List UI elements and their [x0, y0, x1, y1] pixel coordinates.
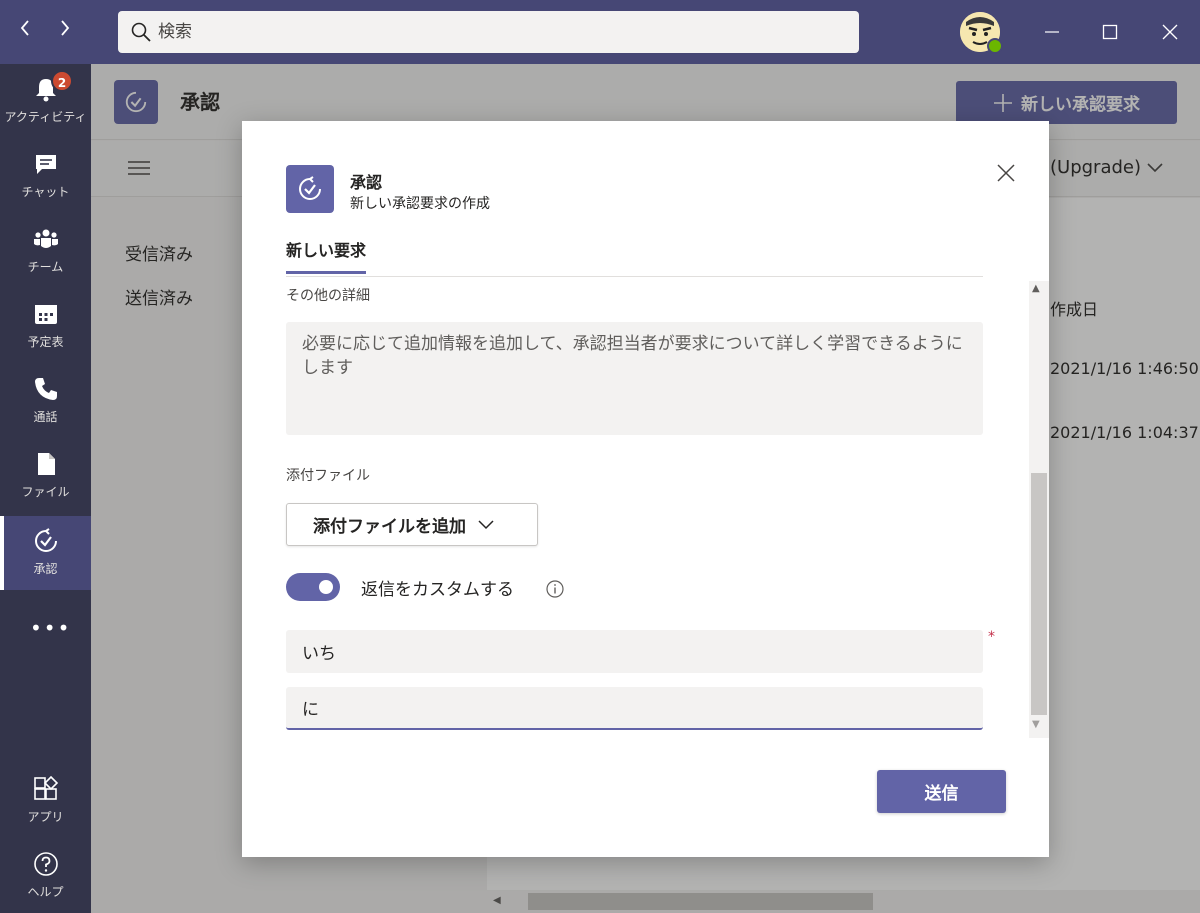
- title-bar: [0, 0, 1200, 64]
- send-button[interactable]: 送信: [877, 770, 1006, 813]
- rail-item-label: アクティビティ: [4, 110, 87, 124]
- details-label: その他の詳細: [286, 288, 370, 304]
- custom-response-toggle[interactable]: [286, 573, 340, 601]
- file-icon: [38, 453, 55, 475]
- rail-item-apps[interactable]: アプリ: [0, 764, 91, 838]
- response-option-1-input[interactable]: [286, 630, 983, 673]
- tab-divider: [286, 276, 983, 277]
- details-textarea[interactable]: [286, 322, 983, 435]
- dialog-subtitle: 新しい承認要求の作成: [350, 196, 490, 212]
- scroll-up-icon[interactable]: ▲: [1032, 283, 1040, 294]
- chevron-left-icon: [20, 20, 29, 36]
- add-attachment-button[interactable]: 添付ファイルを追加: [286, 503, 538, 546]
- dialog-scroll-thumb[interactable]: [1031, 473, 1047, 715]
- rail-item-label: チャット: [21, 185, 70, 199]
- info-icon[interactable]: [545, 579, 565, 599]
- rail-item-calls[interactable]: 通話: [0, 364, 91, 438]
- response-option-2-input[interactable]: [286, 687, 983, 730]
- rail-item-label: 通話: [33, 410, 58, 424]
- rail-item-help[interactable]: ヘルプ: [0, 839, 91, 913]
- search-input[interactable]: [158, 11, 848, 53]
- new-approval-dialog: 承認 新しい承認要求の作成 新しい要求 その他の詳細 添付ファイル 添付ファイル…: [242, 121, 1049, 857]
- chevron-down-icon: [478, 519, 494, 529]
- minimize-icon: [1045, 31, 1059, 33]
- activity-badge: 2: [51, 70, 73, 92]
- maximize-button[interactable]: [1090, 12, 1130, 52]
- rail-item-chat[interactable]: チャット: [0, 139, 91, 213]
- rail-item-approvals[interactable]: 承認: [0, 516, 91, 590]
- help-icon: [34, 852, 58, 876]
- rail-item-label: 予定表: [27, 335, 64, 349]
- calendar-icon: [35, 305, 57, 324]
- toggle-knob: [319, 580, 333, 594]
- app-rail: 2 アクティビティ チャット チーム 予定表 通話 ファイル 承認 ••• アプ…: [0, 64, 91, 913]
- tab-new-request[interactable]: 新しい要求: [286, 237, 367, 274]
- close-icon[interactable]: [994, 161, 1018, 185]
- rail-item-label: 承認: [33, 562, 58, 576]
- approvals-icon: [35, 528, 57, 552]
- rail-item-files[interactable]: ファイル: [0, 439, 91, 513]
- rail-item-teams[interactable]: チーム: [0, 214, 91, 288]
- apps-icon: [34, 776, 59, 800]
- rail-item-label: チーム: [27, 260, 64, 274]
- attachments-label: 添付ファイル: [286, 468, 370, 484]
- search-box[interactable]: [118, 11, 859, 53]
- rail-item-label: ヘルプ: [27, 885, 64, 899]
- rail-item-calendar[interactable]: 予定表: [0, 289, 91, 363]
- chat-icon: [36, 155, 56, 174]
- maximize-icon: [1102, 24, 1118, 40]
- search-icon: [131, 22, 151, 42]
- presence-status-icon: [987, 38, 1003, 54]
- forward-button[interactable]: [52, 18, 78, 46]
- dialog-title: 承認: [350, 173, 383, 192]
- rail-item-label: ファイル: [21, 485, 70, 499]
- minimize-button[interactable]: [1032, 12, 1072, 52]
- close-icon: [1162, 24, 1178, 40]
- more-apps-button[interactable]: •••: [30, 614, 69, 642]
- window-close-button[interactable]: [1150, 12, 1190, 52]
- chevron-right-icon: [61, 20, 70, 36]
- teams-icon: [34, 229, 58, 248]
- dialog-app-logo: [286, 165, 334, 213]
- add-attachment-label: 添付ファイルを追加: [313, 517, 466, 537]
- custom-response-label: 返信をカスタムする: [361, 580, 514, 600]
- rail-item-activity[interactable]: 2 アクティビティ: [0, 64, 91, 138]
- required-mark: *: [988, 629, 995, 645]
- phone-icon: [35, 378, 57, 400]
- rail-item-label: アプリ: [27, 810, 64, 824]
- scroll-down-icon[interactable]: ▼: [1032, 719, 1040, 730]
- back-button[interactable]: [12, 18, 38, 46]
- approvals-icon: [299, 176, 321, 200]
